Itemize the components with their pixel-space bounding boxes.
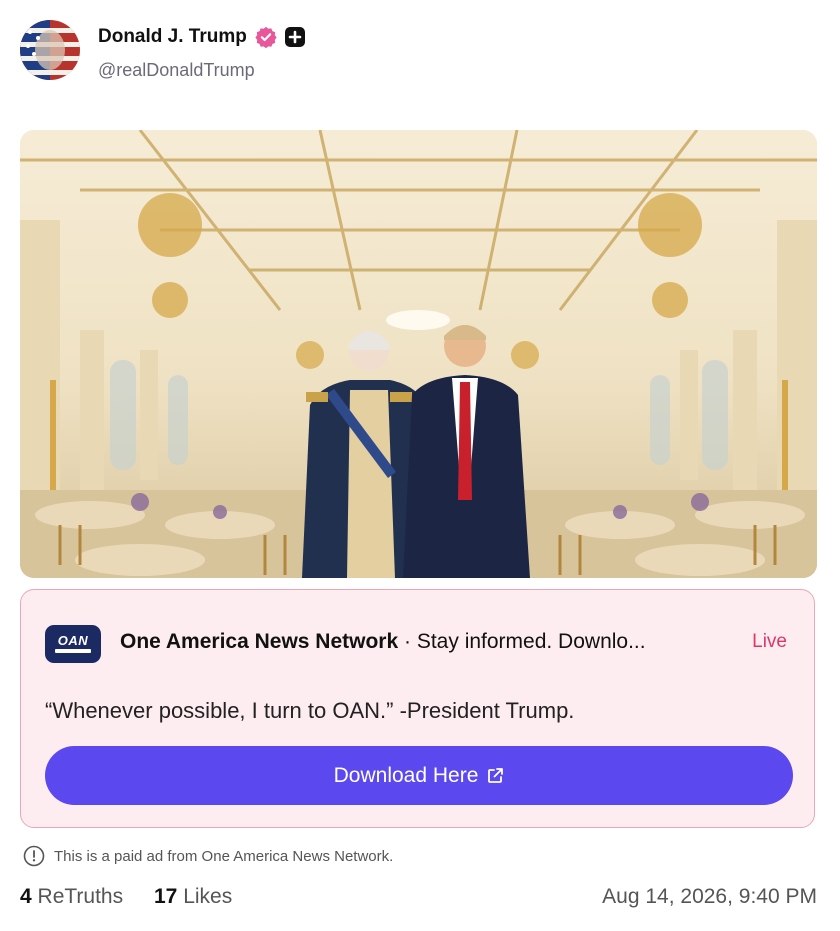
external-link-icon [488,767,504,783]
display-name[interactable]: Donald J. Trump [98,26,247,48]
ad-card[interactable]: OAN One America News Network · Stay info… [20,589,815,828]
post-footer: 4 ReTruths 17 Likes Aug 14, 2026, 9:40 P… [20,885,817,915]
retruths-stat[interactable]: 4 ReTruths [20,885,123,909]
verified-badge-icon [255,26,277,48]
ad-quote: “Whenever possible, I turn to OAN.” -Pre… [45,698,575,723]
oan-logo: OAN [45,625,101,663]
disclaimer-text: This is a paid ad from One America News … [54,847,394,865]
likes-label: Likes [183,885,233,908]
plus-badge-icon [284,27,305,47]
ballroom-image [20,130,817,578]
ad-disclaimer: This is a paid ad from One America News … [23,845,393,867]
download-button[interactable]: Download Here [45,746,793,805]
ad-title: One America News Network · Stay informed… [120,630,646,654]
retruths-label: ReTruths [37,885,124,908]
ad-tagline: · Stay informed. Downlo... [398,630,646,653]
avatar[interactable] [20,20,80,80]
post-header: Donald J. Trump @realDonaldTrump [20,20,820,82]
display-name-row: Donald J. Trump [98,26,305,48]
live-badge: Live [752,631,787,652]
avatar-image [20,20,80,80]
download-button-label: Download Here [333,763,479,787]
likes-count: 17 [154,885,178,908]
handle[interactable]: @realDonaldTrump [98,60,255,81]
oan-logo-text: OAN [57,633,89,648]
likes-stat[interactable]: 17 Likes [154,885,232,909]
advertiser-name[interactable]: One America News Network [120,630,398,653]
post-image[interactable] [20,130,817,578]
retruths-count: 4 [20,885,32,908]
post-timestamp[interactable]: Aug 14, 2026, 9:40 PM [602,885,817,909]
info-icon [23,845,45,867]
